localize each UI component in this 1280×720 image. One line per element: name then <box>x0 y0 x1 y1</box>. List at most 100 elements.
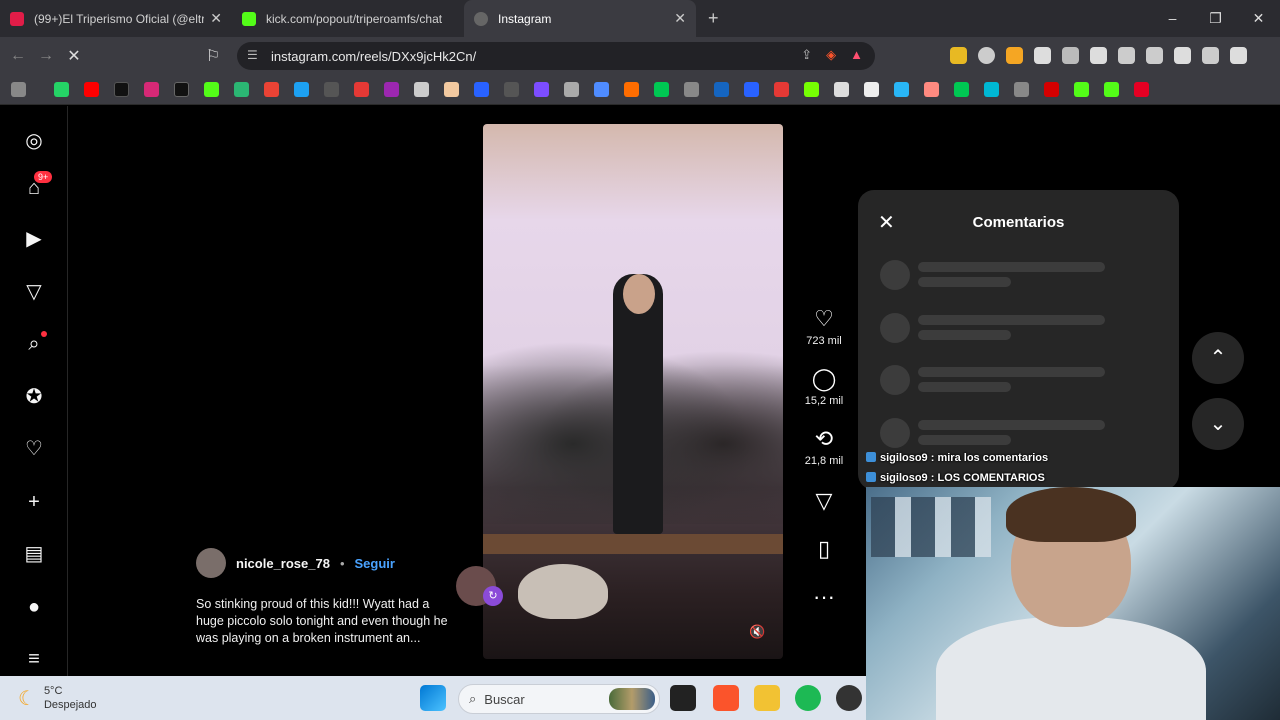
bookmark-icon[interactable] <box>234 82 249 97</box>
windows-start-icon[interactable] <box>420 685 446 711</box>
tiktok-icon[interactable] <box>114 82 129 97</box>
bookmark-icon[interactable] <box>1014 82 1029 97</box>
bookmark-icon[interactable] <box>294 82 309 97</box>
weather-widget[interactable]: ☾ 5°C Despejado <box>18 684 97 712</box>
gmail-icon[interactable] <box>264 82 279 97</box>
kick-icon[interactable] <box>1104 82 1119 97</box>
site-settings-icon[interactable]: ☰ <box>247 48 258 62</box>
tab-kick-chat[interactable]: kick.com/popout/triperoamfs/chat <box>232 0 464 37</box>
like-button[interactable]: ♡ 723 mil <box>800 306 848 347</box>
comment-button[interactable]: ◯ 15,2 mil <box>800 366 848 407</box>
bookmark-icon[interactable] <box>804 82 819 97</box>
next-reel-button[interactable]: ⌄ <box>1192 398 1244 450</box>
more-options-button[interactable]: ··· <box>800 584 848 610</box>
audience-hat <box>518 564 608 619</box>
reel-video[interactable]: 🔇 <box>483 124 783 659</box>
extension-icon[interactable] <box>950 47 967 64</box>
bookmark-icon[interactable] <box>384 82 399 97</box>
streamer-shirt <box>936 617 1206 720</box>
instagram-logo-icon[interactable]: ◎ <box>22 129 46 153</box>
tab-instagram[interactable]: Instagram ✕ <box>464 0 696 37</box>
pinterest-icon[interactable] <box>1134 82 1149 97</box>
task-view-icon[interactable] <box>670 685 696 711</box>
share-icon[interactable]: ⇪ <box>801 47 812 63</box>
extension-icon[interactable] <box>978 47 995 64</box>
author-username[interactable]: nicole_rose_78 <box>236 556 330 571</box>
share-button[interactable]: ▽ <box>800 488 848 514</box>
bookmark-icon[interactable] <box>894 82 909 97</box>
extension-icon[interactable] <box>1006 47 1023 64</box>
profile-avatar-icon[interactable]: ● <box>22 595 46 619</box>
puzzle-icon[interactable] <box>1034 47 1051 64</box>
file-explorer-icon[interactable] <box>754 685 780 711</box>
bookmark-icon[interactable] <box>984 82 999 97</box>
save-button[interactable]: ▯ <box>800 536 848 562</box>
x-icon[interactable] <box>174 82 189 97</box>
messages-icon[interactable]: ▽ <box>22 280 46 304</box>
close-window-button[interactable]: ✕ <box>1237 0 1280 37</box>
tab-twitter[interactable]: (99+)El Triperismo Oficial (@eltriperis … <box>0 0 232 37</box>
music-icon[interactable] <box>1090 47 1107 64</box>
bookmark-icon[interactable] <box>654 82 669 97</box>
app-icon[interactable] <box>836 685 862 711</box>
bookmark-icon[interactable] <box>624 82 639 97</box>
dashboard-icon[interactable]: ▤ <box>22 542 46 566</box>
bookmark-icon[interactable] <box>414 82 429 97</box>
bookmark-icon[interactable]: ⚐ <box>199 46 227 66</box>
bookmark-icon[interactable] <box>1044 82 1059 97</box>
kick-icon[interactable] <box>204 82 219 97</box>
kick-icon[interactable] <box>1074 82 1089 97</box>
leo-icon[interactable] <box>1174 47 1191 64</box>
stop-loading-icon[interactable]: ✕ <box>60 46 88 66</box>
previous-reel-button[interactable]: ⌃ <box>1192 332 1244 384</box>
reels-icon[interactable]: ▶ <box>22 227 46 251</box>
wallet-icon[interactable] <box>1146 47 1163 64</box>
vpn-icon[interactable] <box>1202 47 1219 64</box>
notifications-heart-icon[interactable]: ♡ <box>22 437 46 461</box>
new-tab-button[interactable]: + <box>708 8 719 29</box>
audio-toggle-icon[interactable]: 🔇 <box>749 624 765 640</box>
reel-caption[interactable]: So stinking proud of this kid!!! Wyatt h… <box>196 596 454 647</box>
spotify-icon[interactable] <box>795 685 821 711</box>
brave-rewards-icon[interactable]: ▲ <box>850 47 863 63</box>
url-field[interactable]: ☰ instagram.com/reels/DXx9jcHk2Cn/ ⇪ ◈ ▲ <box>237 42 875 70</box>
bookmark-icon[interactable] <box>534 82 549 97</box>
menu-icon[interactable] <box>1230 47 1247 64</box>
close-tab-icon[interactable]: ✕ <box>674 10 686 27</box>
explore-icon[interactable]: ✪ <box>22 385 46 409</box>
follow-button[interactable]: Seguir <box>355 556 395 571</box>
avatar[interactable] <box>196 548 226 578</box>
bookmark-icon[interactable] <box>594 82 609 97</box>
whatsapp-icon[interactable] <box>54 82 69 97</box>
back-icon[interactable]: ← <box>4 47 32 65</box>
maximize-button[interactable]: ❐ <box>1194 0 1237 37</box>
apps-icon[interactable] <box>11 82 26 97</box>
instagram-icon[interactable] <box>144 82 159 97</box>
create-icon[interactable]: + <box>22 490 46 514</box>
bookmark-icon[interactable] <box>834 82 849 97</box>
taskbar-search[interactable]: ⌕ Buscar <box>458 684 660 714</box>
bookmark-icon[interactable] <box>474 82 489 97</box>
minimize-button[interactable]: – <box>1151 0 1194 37</box>
bookmark-icon[interactable] <box>564 82 579 97</box>
bookmark-icon[interactable] <box>954 82 969 97</box>
youtube-icon[interactable] <box>84 82 99 97</box>
extension-icon[interactable] <box>1062 47 1079 64</box>
bookmark-icon[interactable] <box>714 82 729 97</box>
more-menu-icon[interactable]: ≡ <box>22 647 46 671</box>
brave-shield-icon[interactable]: ◈ <box>826 47 836 63</box>
bookmark-icon[interactable] <box>774 82 789 97</box>
sidebar-icon[interactable] <box>1118 47 1135 64</box>
bookmark-icon[interactable] <box>354 82 369 97</box>
bookmark-icon[interactable] <box>684 82 699 97</box>
close-tab-icon[interactable]: ✕ <box>210 10 222 27</box>
bookmark-icon[interactable] <box>444 82 459 97</box>
bookmark-icon[interactable] <box>744 82 759 97</box>
forward-icon[interactable]: → <box>32 47 60 65</box>
bookmark-icon[interactable] <box>324 82 339 97</box>
brave-icon[interactable] <box>713 685 739 711</box>
repost-button[interactable]: ⟲ 21,8 mil <box>800 426 848 467</box>
bookmark-icon[interactable] <box>504 82 519 97</box>
bookmark-icon[interactable] <box>864 82 879 97</box>
bookmark-icon[interactable] <box>924 82 939 97</box>
